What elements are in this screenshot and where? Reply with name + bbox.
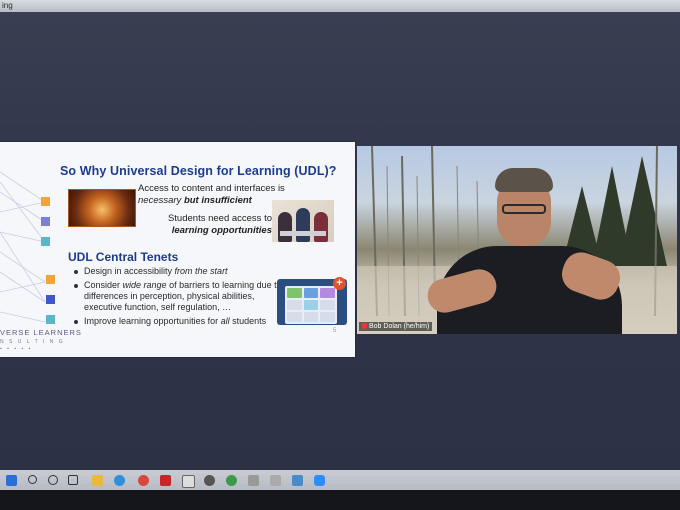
search-icon[interactable] — [28, 475, 37, 484]
grid-illustration: + — [277, 277, 347, 325]
students-line-1: Students need access to — [167, 213, 272, 224]
cortana-icon[interactable] — [48, 475, 58, 485]
tenet-3-text: Improve learning opportunities for — [84, 316, 221, 326]
monitor-screen: ing So Why Universal Design for Learning — [0, 0, 680, 492]
decor-square-2 — [41, 217, 50, 226]
chrome-icon[interactable] — [138, 475, 149, 486]
tenet-3-tail: students — [229, 316, 267, 326]
word-icon[interactable] — [182, 475, 195, 488]
app-icon[interactable] — [270, 475, 281, 486]
access-line-2-normal: necessary — [138, 195, 184, 206]
speaker-hair — [495, 168, 553, 192]
windows-taskbar — [0, 470, 680, 492]
tenet-item: Consider wide range of barriers to learn… — [72, 280, 284, 313]
slide-title: So Why Universal Design for Learning (UD… — [60, 164, 337, 178]
dome-photo — [68, 189, 136, 227]
decor-square-3 — [41, 237, 50, 246]
students-text: Students need access to learning opportu… — [150, 213, 272, 237]
network-lines-graphic — [0, 171, 46, 323]
edge-icon[interactable] — [114, 475, 125, 486]
settings-icon[interactable] — [204, 475, 215, 486]
decor-square-6 — [46, 315, 55, 324]
brand-subline: N S U L T I N G — [0, 339, 65, 345]
tenet-item: Design in accessibility from the start — [72, 266, 284, 277]
slide-subheading: UDL Central Tenets — [68, 250, 179, 264]
windows-icon[interactable] — [6, 475, 17, 486]
students-photo — [272, 200, 334, 242]
tenet-3-italic: all — [220, 316, 230, 326]
app-icon[interactable] — [248, 475, 259, 486]
tenets-list: Design in accessibility from the start C… — [72, 266, 284, 330]
browser-tab-strip: ing — [0, 0, 680, 12]
participant-name: Bob Dolan (he/him) — [369, 323, 430, 330]
speaker-glasses — [502, 204, 546, 214]
access-line-2-bold: but insufficient — [183, 195, 252, 206]
brand-dots: ▪ ▪ ▪ ▪ ▪ — [0, 346, 33, 352]
tenet-1-text: Design in accessibility — [84, 266, 175, 276]
monitor-bezel — [0, 490, 680, 510]
chrome-icon[interactable] — [226, 475, 237, 486]
muted-mic-icon — [362, 323, 367, 330]
decor-square-1 — [41, 197, 50, 206]
browser-tab-label[interactable]: ing — [2, 1, 13, 10]
decor-square-4 — [46, 275, 55, 284]
tenet-2-italic: wide range — [122, 280, 167, 290]
file-explorer-icon[interactable] — [92, 475, 103, 486]
tenet-2-text-a: Consider — [84, 280, 123, 290]
speaker-video-tile[interactable]: Bob Dolan (he/him) — [357, 146, 677, 334]
zoom-icon[interactable] — [314, 475, 325, 486]
shared-slide: So Why Universal Design for Learning (UD… — [0, 142, 355, 357]
tenet-item: Improve learning opportunities for all s… — [72, 316, 284, 327]
plus-icon: + — [333, 277, 346, 290]
acrobat-icon[interactable] — [160, 475, 171, 486]
participant-name-label: Bob Dolan (he/him) — [359, 322, 433, 331]
decor-square-5 — [46, 295, 55, 304]
tenet-1-italic: from the start — [174, 266, 228, 276]
access-line-1: Access to content and interfaces is — [138, 183, 285, 194]
brand-name: VERSE LEARNERS — [0, 328, 82, 337]
photos-icon[interactable] — [292, 475, 303, 486]
task-view-icon[interactable] — [68, 475, 78, 485]
students-line-2: learning opportunities — [171, 225, 272, 236]
slide-number: 5 — [333, 328, 337, 334]
